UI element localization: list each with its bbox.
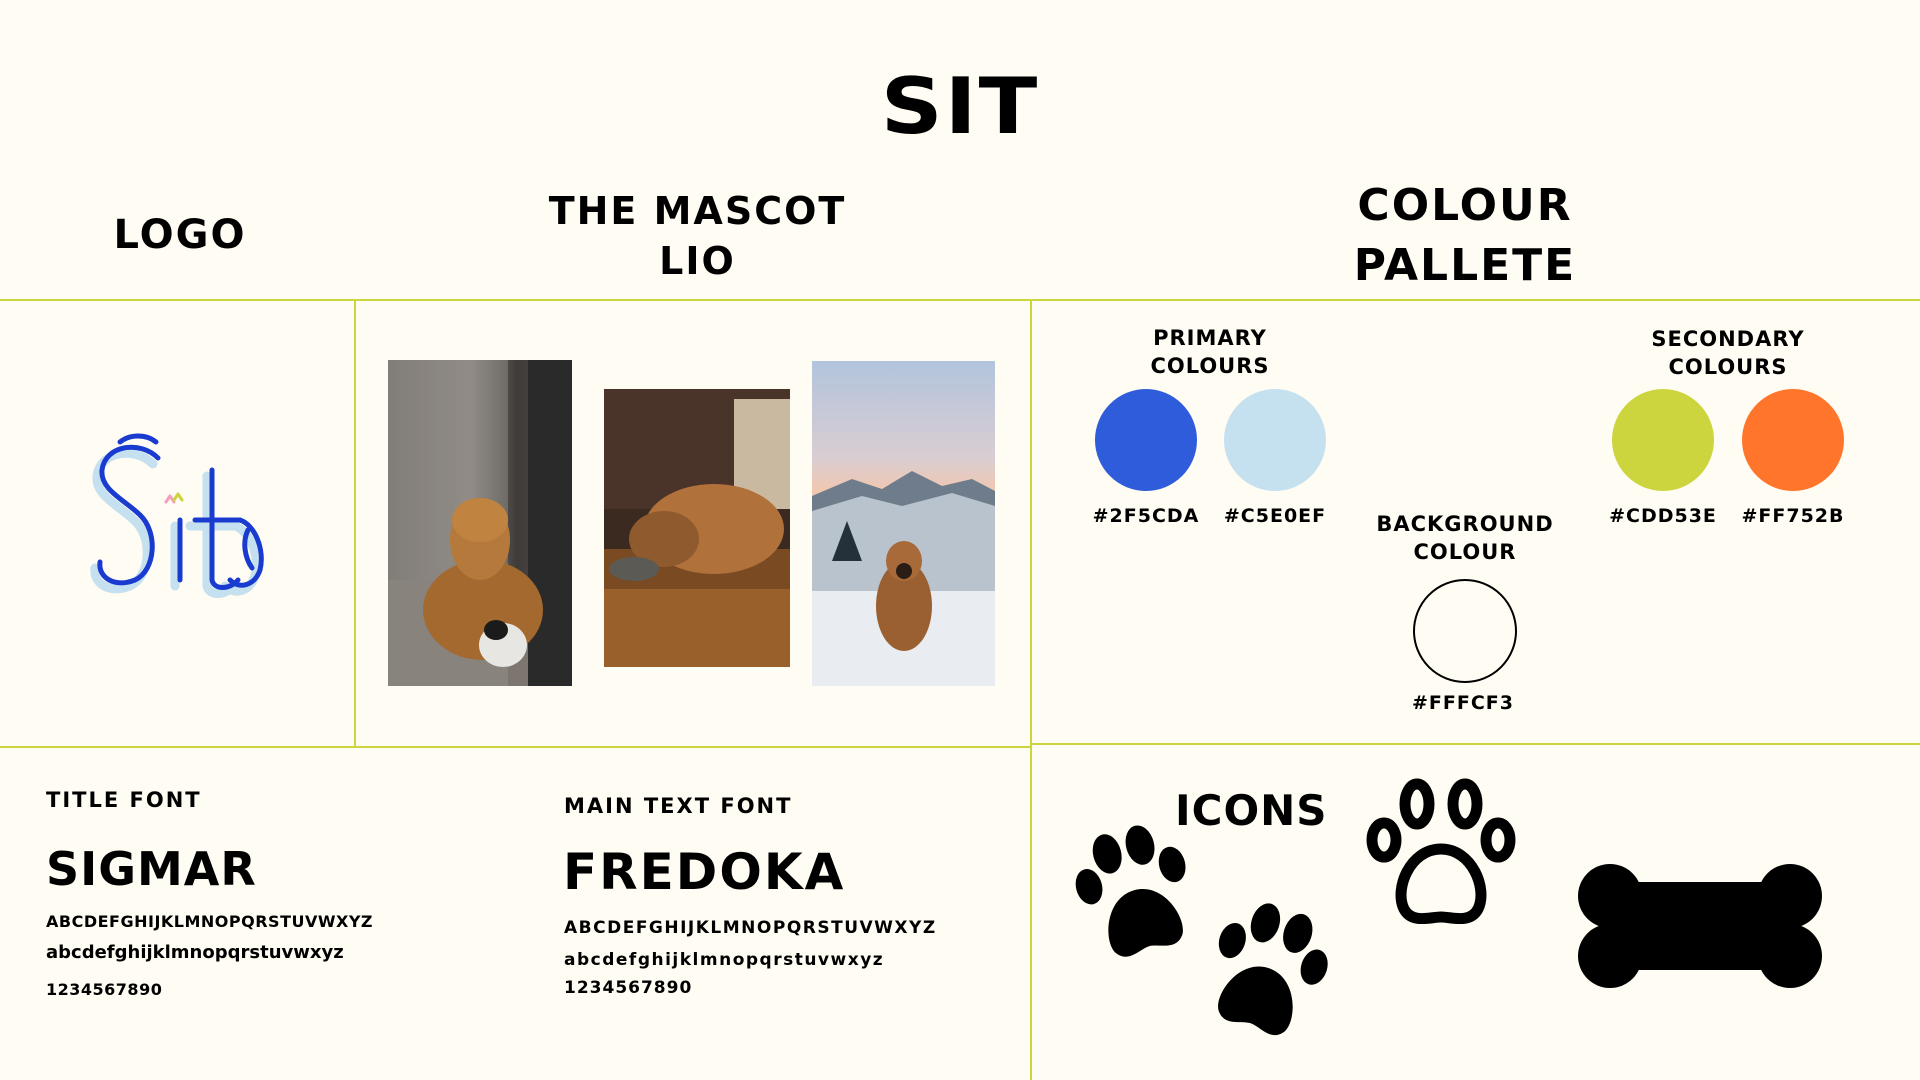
divider-center <box>1030 300 1032 1080</box>
background-heading-line1: BACKGROUND <box>1376 512 1554 536</box>
bone-icon <box>1578 858 1822 998</box>
primary-swatch-2 <box>1224 389 1326 491</box>
main-font-digits: 1234567890 <box>564 978 693 998</box>
mascot-heading-line1: THE MASCOT <box>548 189 847 233</box>
primary-swatch-1 <box>1095 389 1197 491</box>
secondary-colours-heading: SECONDARY COLOURS <box>1638 325 1818 381</box>
background-swatch <box>1413 579 1517 683</box>
title-font-label: TITLE FONT <box>46 788 202 812</box>
primary-heading-line1: PRIMARY <box>1153 326 1267 350</box>
secondary-heading-line2: COLOURS <box>1668 355 1788 379</box>
mascot-heading: THE MASCOT LIO <box>520 186 875 286</box>
palette-heading-line1: COLOUR <box>1357 180 1573 231</box>
title-font-name: SIGMAR <box>46 842 257 896</box>
secondary-hex-1: #CDD53E <box>1609 505 1717 527</box>
paw-outline-icon <box>1362 774 1520 938</box>
divider-middle-left <box>0 746 1031 748</box>
mascot-photo-3 <box>812 361 995 686</box>
primary-hex-1: #2F5CDA <box>1092 505 1200 527</box>
primary-colours-heading: PRIMARY COLOURS <box>1130 324 1290 380</box>
page-title: SIT <box>880 62 1040 152</box>
mascot-heading-line2: LIO <box>659 239 736 283</box>
main-font-lowercase: abcdefghijklmnopqrstuvwxyz <box>564 950 885 970</box>
logo-heading: LOGO <box>113 212 247 258</box>
main-font-name: FREDOKA <box>563 843 846 901</box>
title-font-uppercase: ABCDEFGHIJKLMNOPQRSTUVWXYZ <box>46 912 374 931</box>
mascot-photo-1 <box>388 360 572 686</box>
main-font-uppercase: ABCDEFGHIJKLMNOPQRSTUVWXYZ <box>564 918 937 938</box>
mascot-photo-2 <box>604 389 790 667</box>
secondary-swatch-2 <box>1742 389 1844 491</box>
secondary-swatch-1 <box>1612 389 1714 491</box>
paw-icon <box>1203 898 1333 1047</box>
title-font-lowercase: abcdefghijklmnopqrstuvwxyz <box>46 942 344 963</box>
palette-heading: COLOUR PALLETE <box>1300 176 1630 296</box>
paw-icon <box>1070 820 1200 969</box>
background-heading-line2: COLOUR <box>1413 540 1517 564</box>
secondary-heading-line1: SECONDARY <box>1651 327 1805 351</box>
main-font-label: MAIN TEXT FONT <box>564 794 793 818</box>
divider-logo <box>354 300 356 747</box>
secondary-hex-2: #FF752B <box>1741 505 1845 527</box>
background-colour-heading: BACKGROUND COLOUR <box>1375 510 1555 566</box>
title-font-digits: 1234567890 <box>46 980 163 999</box>
background-hex: #FFFCF3 <box>1412 692 1514 714</box>
divider-middle-right <box>1031 743 1920 745</box>
logo <box>80 430 290 610</box>
palette-heading-line2: PALLETE <box>1353 240 1577 291</box>
divider-top <box>0 299 1920 301</box>
primary-heading-line2: COLOURS <box>1150 354 1270 378</box>
primary-hex-2: #C5E0EF <box>1223 505 1327 527</box>
